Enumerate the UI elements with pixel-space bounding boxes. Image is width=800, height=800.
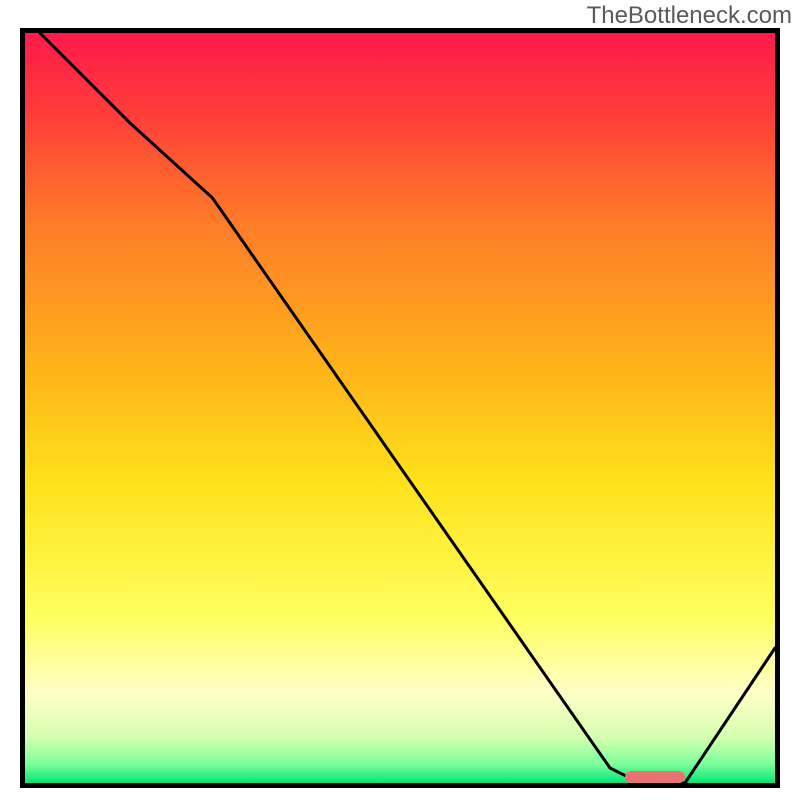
plot-background [25,33,775,783]
chart-container: TheBottleneck.com [0,0,800,800]
optimal-marker [625,771,685,783]
watermark-text: TheBottleneck.com [587,2,792,30]
bottleneck-chart [20,28,780,788]
